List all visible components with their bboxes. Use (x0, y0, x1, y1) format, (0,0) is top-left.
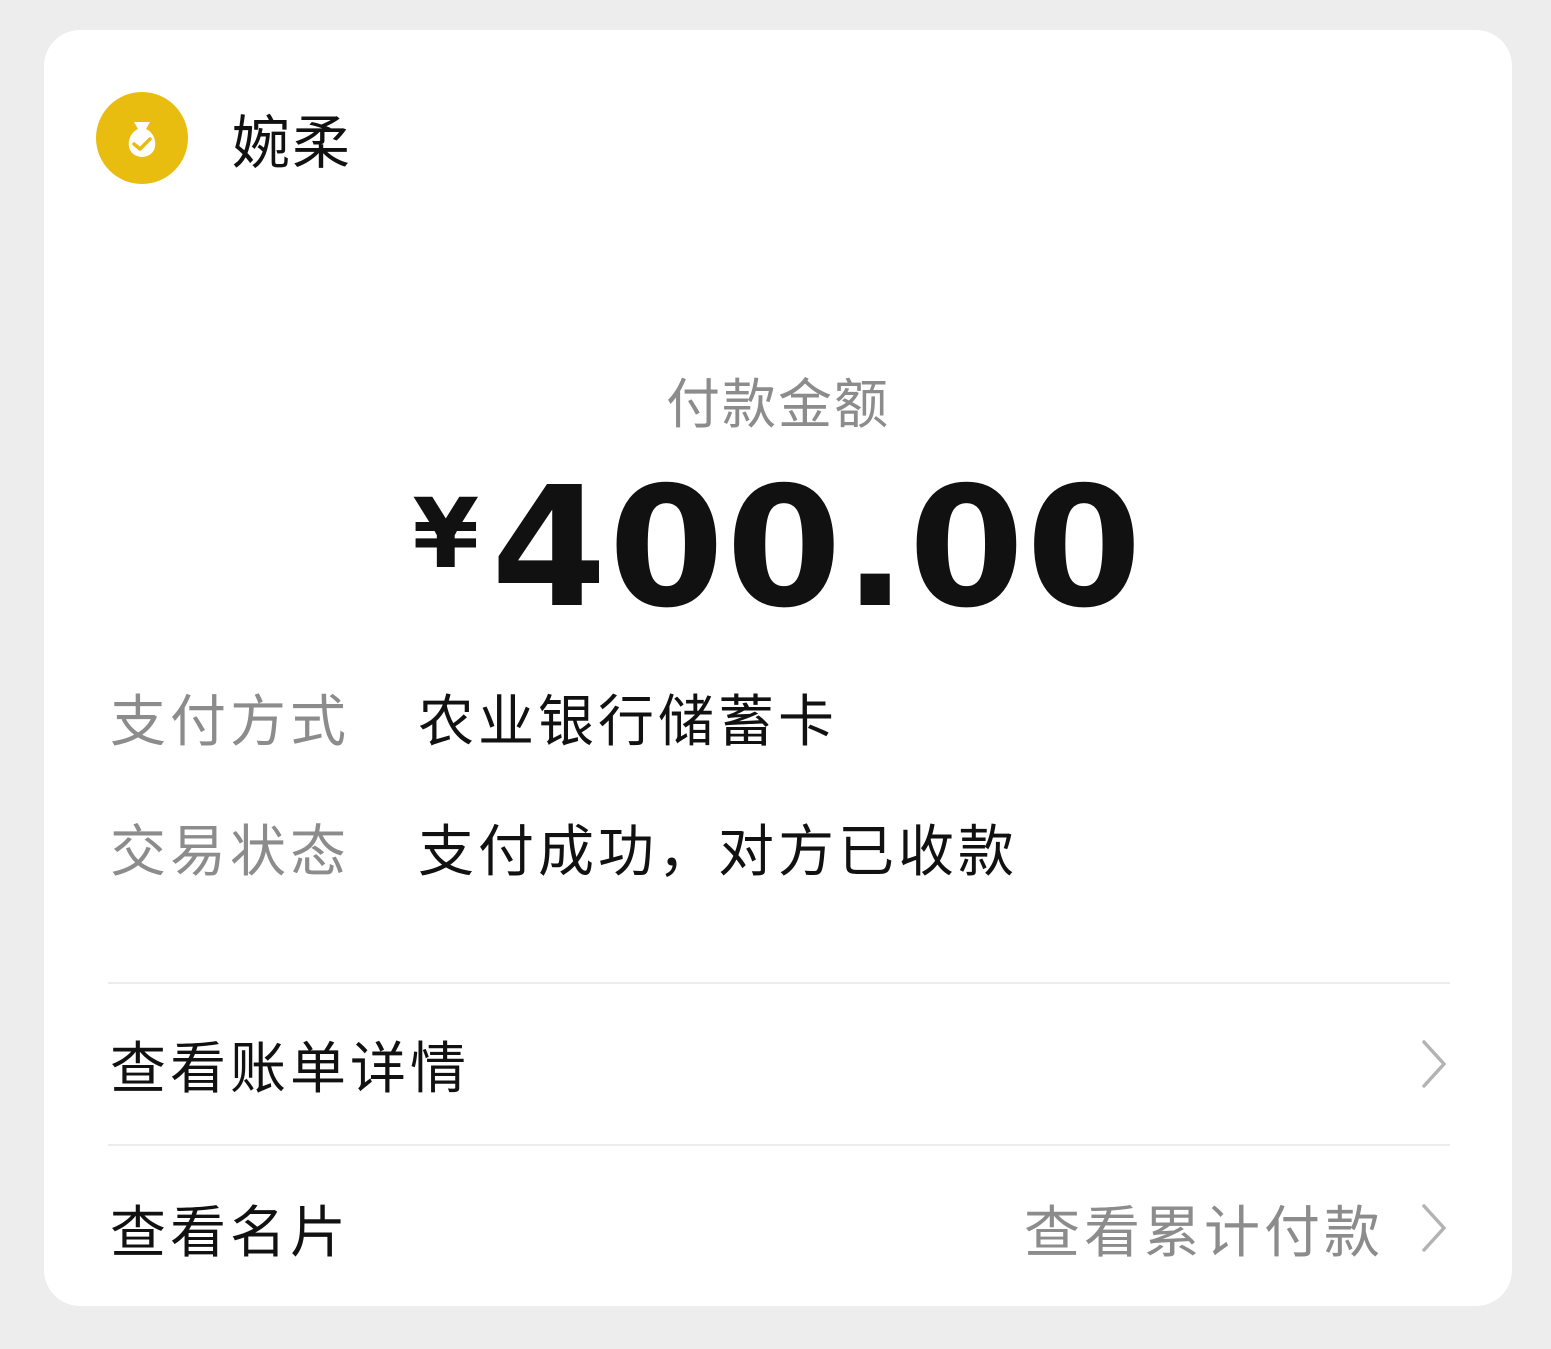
view-business-card-label: 查看名片 (110, 1200, 350, 1266)
view-bill-details-button[interactable]: 查看账单详情 (110, 1014, 1450, 1114)
divider (108, 982, 1450, 984)
view-cumulative-payments-button[interactable]: 查看累计付款 (1024, 1188, 1450, 1269)
payment-card: 婉柔 付款金额 ¥ 400.00 支付方式 农业银行储蓄卡 交易状态 支付成功，… (44, 30, 1512, 1306)
view-cumulative-payments-label: 查看累计付款 (1024, 1200, 1384, 1266)
divider (108, 1144, 1450, 1146)
view-bill-details-label: 查看账单详情 (110, 1036, 470, 1102)
payment-amount: ¥ 400.00 (44, 466, 1512, 632)
transaction-status-value: 支付成功，对方已收款 (418, 819, 1018, 885)
merchant-header: 婉柔 (96, 92, 352, 184)
payment-method-value: 农业银行储蓄卡 (418, 689, 838, 755)
chevron-right-icon (1418, 1036, 1450, 1092)
transaction-status-row: 交易状态 支付成功，对方已收款 (110, 812, 1018, 885)
transaction-status-label: 交易状态 (110, 819, 350, 885)
merchant-name: 婉柔 (232, 109, 353, 177)
currency-symbol: ¥ (412, 478, 480, 590)
view-business-card-row[interactable]: 查看名片 查看累计付款 (110, 1178, 1450, 1278)
amount-label: 付款金额 (666, 373, 890, 436)
amount-value: 400.00 (491, 452, 1144, 645)
chevron-right-icon (1418, 1200, 1450, 1256)
payment-method-row: 支付方式 农业银行储蓄卡 (110, 682, 838, 755)
payment-method-label: 支付方式 (110, 689, 350, 755)
money-bag-check-icon (128, 122, 156, 157)
merchant-avatar (96, 92, 188, 184)
